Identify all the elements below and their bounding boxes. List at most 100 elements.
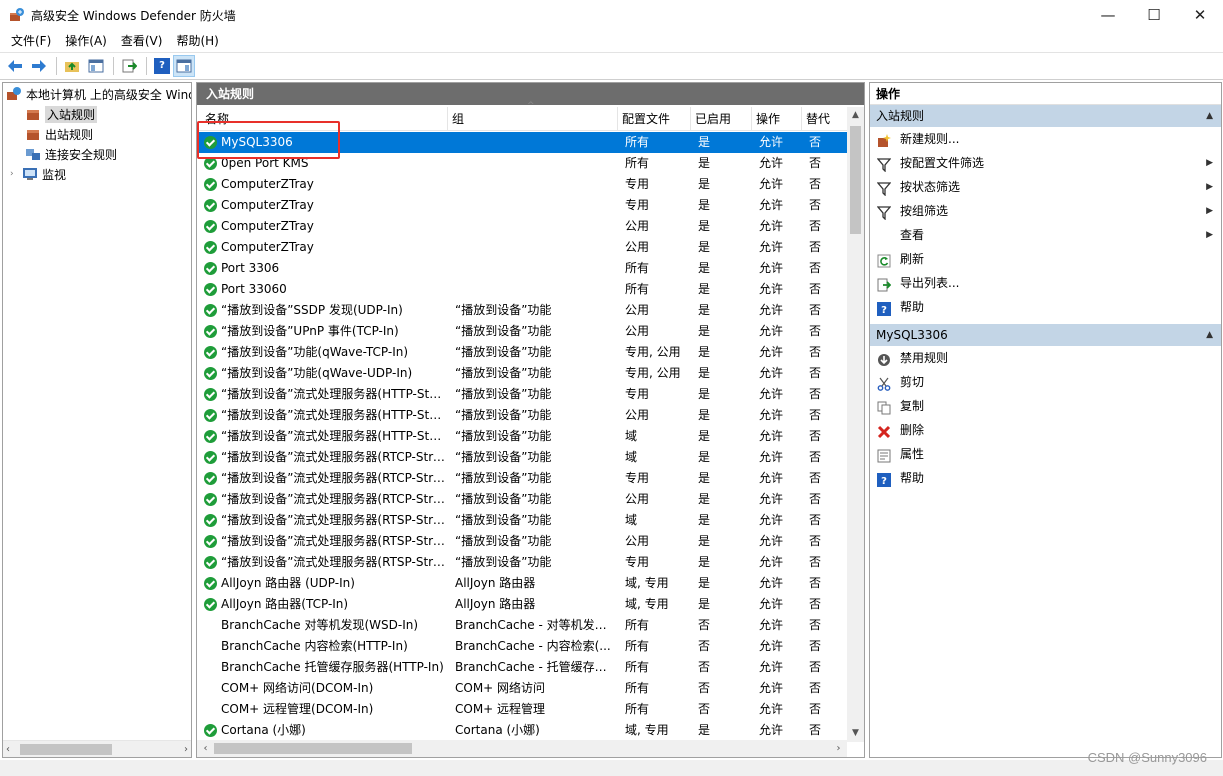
menu-help[interactable]: 帮助(H) — [169, 31, 225, 51]
menu-action[interactable]: 操作(A) — [58, 31, 114, 51]
table-row[interactable]: “播放到设备”流式处理服务器(RTCP-Stre... “播放到设备”功能 专用 是 允… — [197, 468, 847, 489]
column-profile[interactable]: 配置文件 — [618, 107, 691, 131]
table-row[interactable]: “播放到设备”功能(qWave-TCP-In) “播放到设备”功能 专用, 公用 是 允… — [197, 342, 847, 363]
table-row[interactable]: COM+ 网络访问(DCOM-In) COM+ 网络访问 所有 否 允许 否 — [197, 678, 847, 699]
action-label: 删除 — [900, 423, 925, 437]
table-row[interactable]: “播放到设备”UPnP 事件(TCP-In) “播放到设备”功能 公用 是 允许 否 — [197, 321, 847, 342]
cell-group: “播放到设备”功能 — [455, 324, 552, 338]
table-row[interactable]: ComputerZTray 公用 是 允许 否 — [197, 237, 847, 258]
action-item[interactable]: ? 帮助 — [870, 295, 1221, 319]
action-item[interactable]: 删除 — [870, 418, 1221, 442]
up-folder-icon[interactable] — [61, 55, 83, 77]
actions-section-inbound[interactable]: 入站规则 ▲ — [870, 105, 1221, 127]
cell-override: 否 — [809, 156, 822, 170]
minimize-button[interactable]: — — [1085, 0, 1131, 30]
action-label: 按组筛选 — [900, 204, 949, 218]
scroll-thumb[interactable] — [214, 743, 412, 754]
action-item[interactable]: 查看 ▶ — [870, 223, 1221, 247]
table-row[interactable]: “播放到设备”流式处理服务器(RTSP-Stre... “播放到设备”功能 专用 是 允… — [197, 552, 847, 573]
cell-profile: 专用 — [625, 177, 650, 191]
action-item[interactable]: 新建规则... — [870, 127, 1221, 151]
firewall-icon — [6, 86, 22, 102]
table-row[interactable]: “播放到设备”流式处理服务器(HTTP-Stre... “播放到设备”功能 公用 是 允… — [197, 405, 847, 426]
tree-item-outbound-rules[interactable]: 出站规则 — [25, 124, 93, 144]
menu-view[interactable]: 查看(V) — [114, 31, 170, 51]
action-item[interactable]: 复制 — [870, 394, 1221, 418]
action-item[interactable]: ? 帮助 — [870, 466, 1221, 490]
action-item[interactable]: 按组筛选 ▶ — [870, 199, 1221, 223]
scroll-thumb[interactable] — [850, 126, 861, 234]
forward-icon[interactable] — [28, 55, 50, 77]
table-row[interactable]: Cortana (小娜) Cortana (小娜) 域, 专用 是 允许 否 — [197, 720, 847, 741]
scroll-down-icon[interactable]: ▼ — [847, 725, 864, 742]
scroll-right-icon[interactable]: › — [184, 744, 188, 755]
table-row[interactable]: BranchCache 内容检索(HTTP-In) BranchCache - 内… — [197, 636, 847, 657]
table-row[interactable]: “播放到设备”流式处理服务器(HTTP-Stre... “播放到设备”功能 域 是 允许… — [197, 426, 847, 447]
table-row[interactable]: BranchCache 托管缓存服务器(HTTP-In) BranchCache … — [197, 657, 847, 678]
cell-override: 否 — [809, 702, 822, 716]
maximize-button[interactable]: ☐ — [1131, 0, 1177, 30]
column-enabled[interactable]: 已启用 — [691, 107, 752, 131]
tree-item-connection-security-rules[interactable]: 连接安全规则 — [25, 144, 117, 164]
table-row[interactable]: “播放到设备”功能(qWave-UDP-In) “播放到设备”功能 专用, 公用 是 允… — [197, 363, 847, 384]
table-row[interactable]: “播放到设备”流式处理服务器(RTCP-Stre... “播放到设备”功能 域 是 允许… — [197, 447, 847, 468]
show-hide-console-tree-icon[interactable] — [85, 55, 107, 77]
table-row[interactable]: “播放到设备”流式处理服务器(RTCP-Stre... “播放到设备”功能 公用 是 允… — [197, 489, 847, 510]
tree-item-inbound-rules[interactable]: 入站规则 — [25, 104, 98, 124]
expand-chevron-icon[interactable]: › — [10, 169, 22, 179]
action-item[interactable]: 禁用规则 — [870, 346, 1221, 370]
rules-vertical-scrollbar[interactable]: ▲ ▼ — [847, 107, 864, 742]
table-row[interactable]: “播放到设备”流式处理服务器(RTSP-Stre... “播放到设备”功能 域 是 允许… — [197, 510, 847, 531]
filter-icon — [876, 204, 892, 221]
cell-enabled: 是 — [698, 555, 711, 569]
scroll-thumb[interactable] — [20, 744, 112, 755]
table-row[interactable]: AllJoyn 路由器(TCP-In) AllJoyn 路由器 域, 专用 是 允许 否 — [197, 594, 847, 615]
table-row[interactable]: ComputerZTray 公用 是 允许 否 — [197, 216, 847, 237]
rules-horizontal-scrollbar[interactable]: ‹ › — [197, 740, 847, 757]
menu-file[interactable]: 文件(F) — [4, 31, 58, 51]
tree-item-monitoring[interactable]: › 监视 — [10, 164, 66, 184]
help-icon[interactable]: ? — [154, 58, 170, 74]
scroll-left-icon[interactable]: ‹ — [197, 740, 214, 757]
action-item[interactable]: 属性 — [870, 442, 1221, 466]
cell-profile: 公用 — [625, 303, 650, 317]
tree-horizontal-scrollbar[interactable]: ‹ › — [3, 740, 191, 757]
cell-action: 允许 — [759, 429, 784, 443]
cell-action: 允许 — [759, 240, 784, 254]
cell-name: COM+ 远程管理(DCOM-In) — [221, 702, 374, 716]
close-button[interactable]: ✕ — [1177, 0, 1223, 30]
table-row[interactable]: ComputerZTray 专用 是 允许 否 — [197, 174, 847, 195]
collapse-icon[interactable]: ▲ — [1206, 105, 1213, 127]
actions-section-selected-rule[interactable]: MySQL3306 ▲ — [870, 324, 1221, 346]
column-action[interactable]: 操作 — [752, 107, 802, 131]
action-item[interactable]: 按配置文件筛选 ▶ — [870, 151, 1221, 175]
column-override[interactable]: 替代 — [802, 107, 847, 131]
table-row[interactable]: BranchCache 对等机发现(WSD-In) BranchCache - 对… — [197, 615, 847, 636]
toolbar-separator — [146, 57, 147, 75]
table-row[interactable]: “播放到设备”SSDP 发现(UDP-In) “播放到设备”功能 公用 是 允许 否 — [197, 300, 847, 321]
table-row[interactable]: ComputerZTray 专用 是 允许 否 — [197, 195, 847, 216]
show-hide-action-pane-icon[interactable] — [173, 55, 195, 77]
table-row[interactable]: “播放到设备”流式处理服务器(HTTP-Stre... “播放到设备”功能 专用 是 允… — [197, 384, 847, 405]
action-item[interactable]: 剪切 — [870, 370, 1221, 394]
action-item[interactable]: 按状态筛选 ▶ — [870, 175, 1221, 199]
scroll-up-icon[interactable]: ▲ — [847, 107, 864, 124]
cell-override: 否 — [809, 534, 822, 548]
scroll-left-icon[interactable]: ‹ — [6, 744, 10, 755]
action-item[interactable]: 刷新 — [870, 247, 1221, 271]
table-row[interactable]: Port 3306 所有 是 允许 否 — [197, 258, 847, 279]
table-row[interactable]: Port 33060 所有 是 允许 否 — [197, 279, 847, 300]
collapse-icon[interactable]: ▲ — [1206, 324, 1213, 346]
cell-override: 否 — [809, 450, 822, 464]
cell-group — [455, 153, 615, 174]
table-row[interactable]: COM+ 远程管理(DCOM-In) COM+ 远程管理 所有 否 允许 否 — [197, 699, 847, 720]
table-row[interactable]: AllJoyn 路由器 (UDP-In) AllJoyn 路由器 域, 专用 是 允许 否 — [197, 573, 847, 594]
table-row[interactable]: “播放到设备”流式处理服务器(RTSP-Stre... “播放到设备”功能 公用 是 允… — [197, 531, 847, 552]
action-item[interactable]: 导出列表... — [870, 271, 1221, 295]
scroll-right-icon[interactable]: › — [830, 740, 847, 757]
back-icon[interactable] — [4, 55, 26, 77]
cell-action: 允许 — [759, 450, 784, 464]
export-list-icon[interactable] — [118, 55, 140, 77]
enabled-check-icon — [204, 598, 217, 611]
tree-root[interactable]: 本地计算机 上的高级安全 Windows Defender 防火墙 — [6, 84, 191, 104]
